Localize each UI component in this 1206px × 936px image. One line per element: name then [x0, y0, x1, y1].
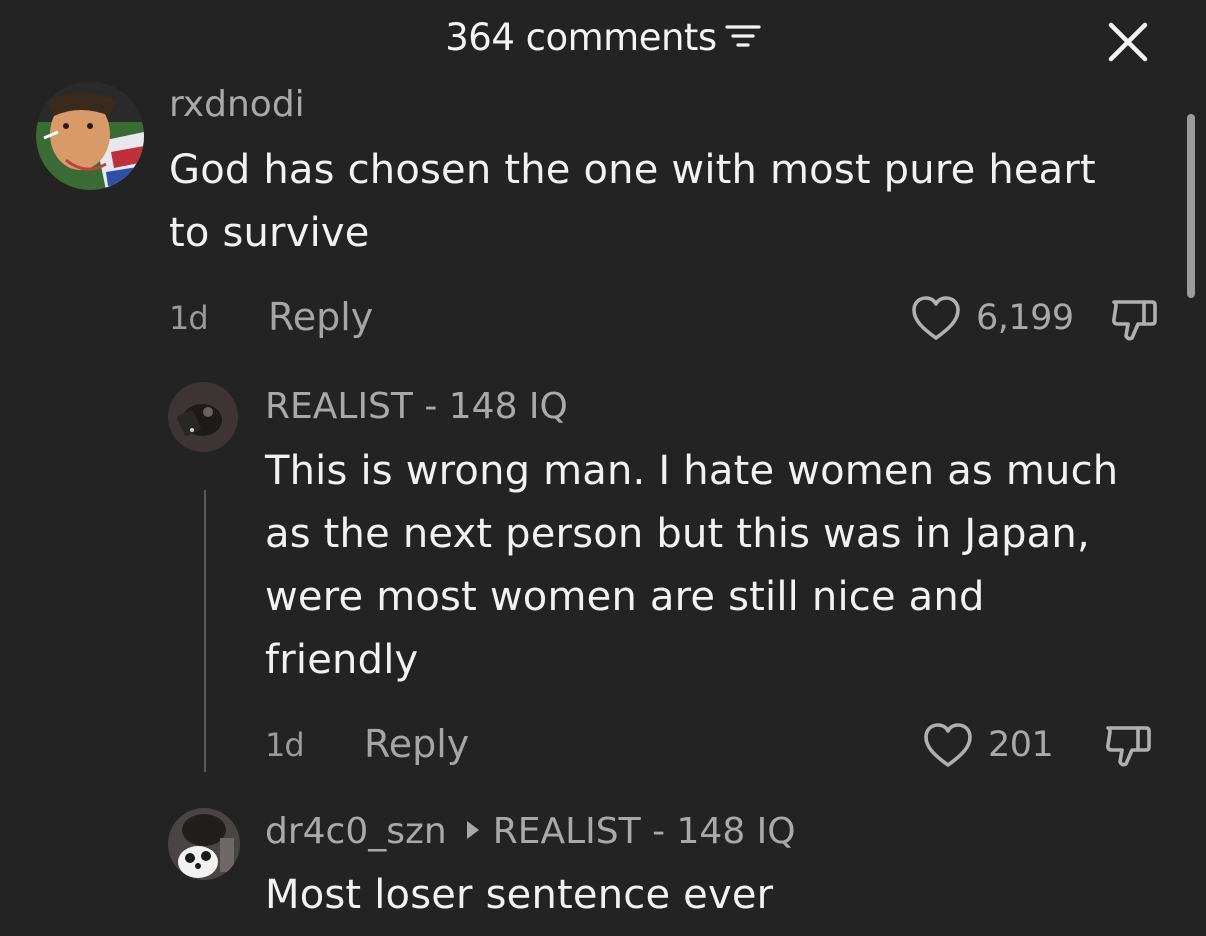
- comment-text-line: friendly: [265, 637, 419, 683]
- thumbs-down-icon[interactable]: [1108, 294, 1160, 346]
- avatar[interactable]: [168, 808, 240, 880]
- reply-to-arrow-icon: [466, 821, 479, 839]
- comment-text-line: Most loser sentence ever: [265, 872, 774, 918]
- like-button[interactable]: 6,199: [910, 294, 1074, 342]
- like-count: 6,199: [976, 298, 1074, 338]
- comment-text-line: as the next person but this was in Japan…: [265, 511, 1090, 557]
- avatar[interactable]: [36, 82, 144, 190]
- avatar[interactable]: [168, 382, 238, 452]
- comment-username[interactable]: REALIST - 148 IQ: [265, 386, 568, 427]
- comments-header: 364 comments: [0, 14, 1206, 59]
- heart-icon: [912, 296, 960, 340]
- scrollbar[interactable]: [1187, 114, 1195, 298]
- reply-button[interactable]: Reply: [364, 722, 469, 766]
- like-count: 201: [988, 725, 1054, 765]
- comment-username[interactable]: rxdnodi: [169, 84, 305, 125]
- comment-username[interactable]: dr4c0_szn: [265, 811, 447, 852]
- comment-timestamp: 1d: [265, 726, 305, 764]
- comment-text: This is wrong man. I hate women as much …: [265, 440, 1118, 692]
- comment-text: Most loser sentence ever: [265, 864, 773, 927]
- comment-username-line: dr4c0_szn REALIST - 148 IQ: [265, 811, 796, 852]
- heart-icon: [924, 723, 972, 767]
- reply-to-username[interactable]: REALIST - 148 IQ: [493, 811, 796, 852]
- comment-text: God has chosen the one with most pure he…: [169, 139, 1096, 265]
- comment-timestamp: 1d: [169, 299, 209, 337]
- comment-count-title: 364 comments: [445, 16, 717, 59]
- comment-text-line: were most women are still nice and: [265, 574, 985, 620]
- comment-text-line: This is wrong man. I hate women as much: [265, 448, 1119, 494]
- like-button[interactable]: 201: [922, 721, 1054, 769]
- reply-button[interactable]: Reply: [268, 295, 373, 339]
- reply-thread-line: [204, 490, 206, 772]
- close-icon[interactable]: [1106, 20, 1150, 64]
- comment-text-line: to survive: [169, 210, 370, 256]
- thumbs-down-icon[interactable]: [1102, 720, 1154, 772]
- comment-text-line: God has chosen the one with most pure he…: [169, 147, 1096, 193]
- sort-lines-icon[interactable]: [725, 23, 761, 49]
